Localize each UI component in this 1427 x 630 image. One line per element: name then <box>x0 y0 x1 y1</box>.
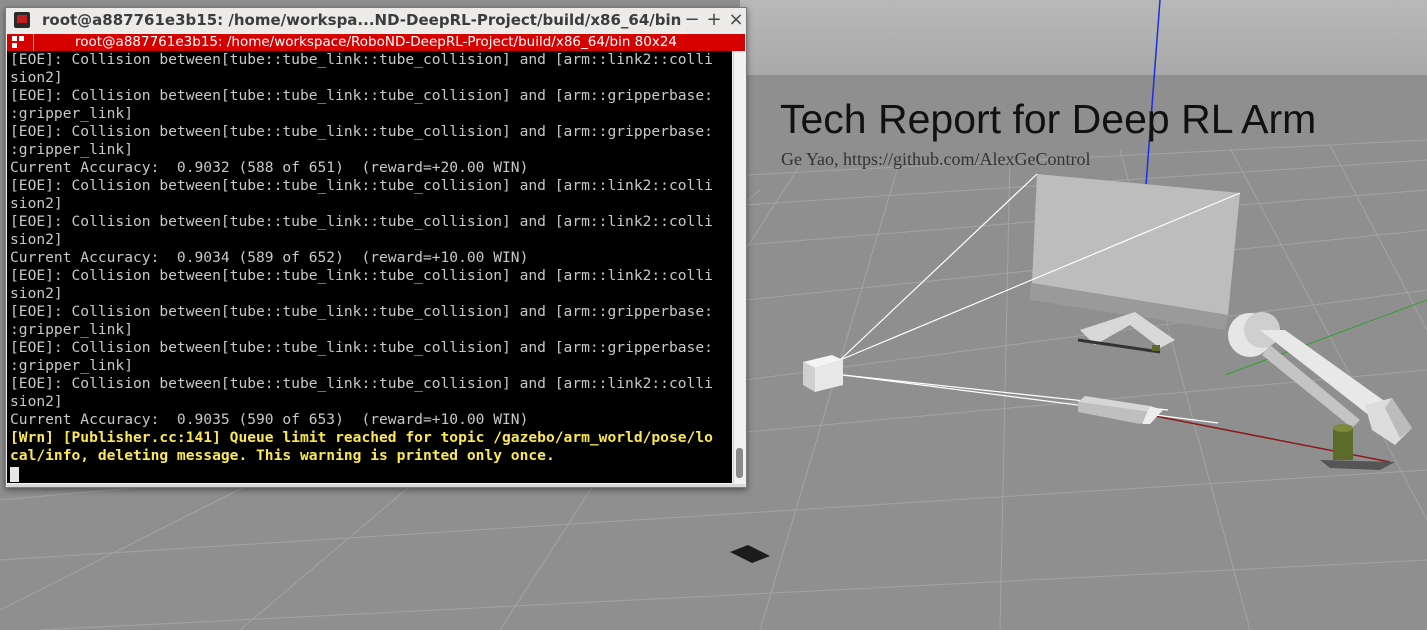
terminal-tab-bar[interactable]: root@a887761e3b15: /home/workspace/RoboN… <box>7 34 745 51</box>
terminal-line: :gripper_link] <box>10 141 134 158</box>
maximize-button[interactable]: + <box>704 10 724 30</box>
terminal-line: [EOE]: Collision between[tube::tube_link… <box>10 87 713 104</box>
terminal-warning-line: cal/info, deleting message. This warning… <box>10 447 555 464</box>
terminal-scrollbar[interactable] <box>733 51 745 483</box>
terminal-line: :gripper_link] <box>10 357 134 374</box>
terminal-line: sion2] <box>10 231 63 248</box>
window-title: root@a887761e3b15: /home/workspa...ND-De… <box>42 11 682 29</box>
terminal-output[interactable]: [EOE]: Collision between[tube::tube_link… <box>7 51 732 483</box>
terminal-line: :gripper_link] <box>10 105 134 122</box>
terminal-line: [EOE]: Collision between[tube::tube_link… <box>10 303 713 320</box>
terminal-warning-line: [Wrn] [Publisher.cc:141] Queue limit rea… <box>10 429 713 446</box>
window-titlebar[interactable]: root@a887761e3b15: /home/workspa...ND-De… <box>6 8 746 33</box>
terminal-line: sion2] <box>10 195 63 212</box>
terminal-line: [EOE]: Collision between[tube::tube_link… <box>10 267 713 284</box>
terminal-line: sion2] <box>10 393 63 410</box>
terminal-line: Current Accuracy: 0.9032 (588 of 651) (r… <box>10 159 529 176</box>
terminal-app-icon <box>14 12 30 28</box>
terminal-line: sion2] <box>10 69 63 86</box>
terminal-window[interactable]: root@a887761e3b15: /home/workspa...ND-De… <box>5 7 747 488</box>
terminal-line: Current Accuracy: 0.9035 (590 of 653) (r… <box>10 411 529 428</box>
window-bottom-edge <box>7 484 745 487</box>
report-title: Tech Report for Deep RL Arm <box>780 96 1317 142</box>
terminal-line: sion2] <box>10 285 63 302</box>
terminal-line: [EOE]: Collision between[tube::tube_link… <box>10 123 713 140</box>
report-subtitle: Ge Yao, https://github.com/AlexGeControl <box>781 149 1091 169</box>
scrollbar-thumb[interactable] <box>736 448 743 478</box>
terminal-line: Current Accuracy: 0.9034 (589 of 652) (r… <box>10 249 529 266</box>
terminal-line: :gripper_link] <box>10 321 134 338</box>
terminal-tab-title[interactable]: root@a887761e3b15: /home/workspace/RoboN… <box>7 34 745 51</box>
terminal-line: [EOE]: Collision between[tube::tube_link… <box>10 375 713 392</box>
terminal-line: [EOE]: Collision between[tube::tube_link… <box>10 213 713 230</box>
terminal-line: [EOE]: Collision between[tube::tube_link… <box>10 51 713 68</box>
terminal-line: [EOE]: Collision between[tube::tube_link… <box>10 339 713 356</box>
close-button[interactable]: × <box>726 10 746 30</box>
minimize-button[interactable]: − <box>682 10 702 30</box>
terminal-line: [EOE]: Collision between[tube::tube_link… <box>10 177 713 194</box>
text-cursor <box>10 467 19 482</box>
